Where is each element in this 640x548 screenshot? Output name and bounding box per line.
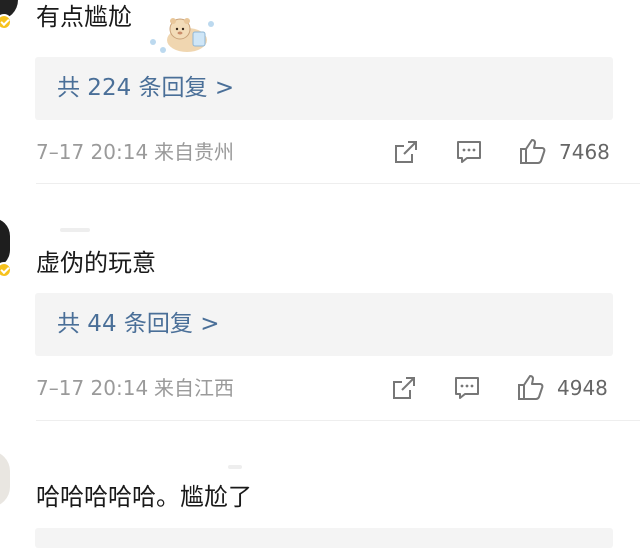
comment-item: 哈哈哈哈哈。尴尬了 <box>0 421 640 548</box>
username-placeholder <box>228 465 242 469</box>
reply-box[interactable]: 共 44 条回复 > <box>35 293 613 356</box>
bear-sticker-icon <box>150 18 214 53</box>
like-icon[interactable] <box>518 136 548 166</box>
comment-time: 7–17 20:14 <box>36 376 149 400</box>
reply-box[interactable]: 共 224 条回复 > <box>35 57 613 120</box>
verified-badge-icon <box>0 14 12 30</box>
avatar[interactable] <box>0 451 10 507</box>
like-icon[interactable] <box>516 372 546 402</box>
comment-icon[interactable] <box>455 138 483 166</box>
comment-location: 来自贵州 <box>154 140 234 164</box>
username-placeholder <box>60 228 90 232</box>
like-count: 4948 <box>557 376 608 400</box>
reply-box[interactable] <box>35 528 613 548</box>
share-icon[interactable] <box>392 138 420 166</box>
comment-text: 哈哈哈哈哈。尴尬了 <box>36 483 252 511</box>
avatar[interactable] <box>0 218 10 268</box>
view-replies-link[interactable]: 共 44 条回复 > <box>57 309 219 339</box>
comment-icon[interactable] <box>453 374 481 402</box>
comment-text: 有点尴尬 <box>36 3 132 31</box>
verified-badge-icon <box>0 262 12 278</box>
view-replies-link[interactable]: 共 224 条回复 > <box>57 73 234 103</box>
comment-time: 7–17 20:14 <box>36 140 149 164</box>
comment-location: 来自江西 <box>154 376 234 400</box>
like-count: 7468 <box>559 140 610 164</box>
comment-text: 虚伪的玩意 <box>36 249 156 277</box>
comment-item: 虚伪的玩意 共 44 条回复 > 7–17 20:14 来自江西 4948 <box>0 185 640 420</box>
divider <box>36 183 640 184</box>
comment-item: 有点尴尬 共 224 条回复 > 7–17 20:14 来自贵州 7468 <box>0 0 640 185</box>
share-icon[interactable] <box>390 374 418 402</box>
